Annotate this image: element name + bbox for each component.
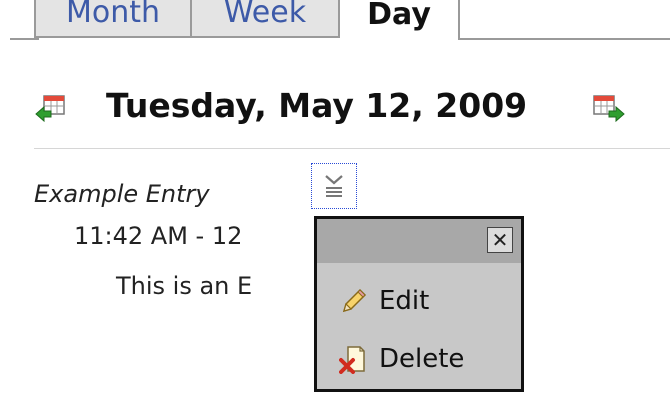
close-button[interactable]: ✕	[487, 227, 513, 253]
tab-day-label: Day	[367, 0, 431, 32]
view-tabs: Month Week Day	[0, 0, 670, 42]
pencil-icon	[342, 288, 367, 313]
tab-week-label: Week	[223, 0, 307, 30]
delete-doc-icon	[339, 346, 365, 374]
tab-week[interactable]: Week	[190, 0, 340, 38]
menu-dropdown-icon	[325, 175, 343, 197]
tab-month-label: Month	[65, 0, 161, 30]
calendar-next-icon	[593, 95, 625, 123]
tab-baseline-right	[458, 38, 670, 40]
day-header: Tuesday, May 12, 2009	[34, 80, 670, 132]
header-divider	[34, 148, 670, 149]
tab-month[interactable]: Month	[34, 0, 192, 38]
entry-time: 11:42 AM - 12	[74, 222, 243, 250]
calendar-prev-icon	[35, 95, 65, 123]
close-icon: ✕	[491, 228, 509, 252]
entry-description: This is an E	[116, 272, 253, 300]
entry-context-menu: ✕ Edit Delete	[314, 216, 524, 392]
menu-item-edit[interactable]: Edit	[339, 279, 429, 323]
tab-baseline-left	[10, 38, 39, 40]
entry-menu-button[interactable]	[311, 163, 357, 209]
previous-day-button[interactable]	[34, 92, 68, 124]
day-title: Tuesday, May 12, 2009	[106, 86, 528, 125]
menu-item-delete[interactable]: Delete	[339, 337, 464, 381]
next-day-button[interactable]	[592, 92, 626, 124]
entry-title[interactable]: Example Entry	[34, 180, 210, 208]
tab-day[interactable]: Day	[338, 0, 460, 38]
menu-item-edit-label: Edit	[379, 286, 430, 316]
menu-title-bar: ✕	[317, 219, 521, 263]
menu-item-delete-label: Delete	[379, 344, 465, 374]
